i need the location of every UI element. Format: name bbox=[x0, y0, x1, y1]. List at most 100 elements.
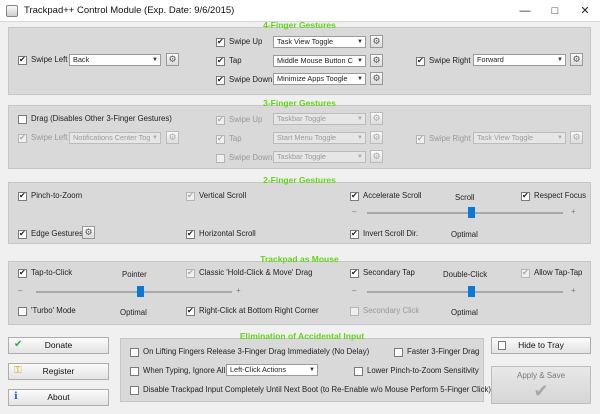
invert-scroll-checkbox[interactable]: Invert Scroll Dir. bbox=[350, 229, 418, 239]
four-tap-checkbox[interactable]: Tap bbox=[216, 56, 242, 66]
ignore-actions-select[interactable]: Left-Click Actions ▼ bbox=[226, 364, 318, 376]
tap-to-click-checkbox[interactable]: Tap-to-Click bbox=[18, 268, 72, 278]
three-swipe-down-select[interactable]: Taskbar Toggle ▼ bbox=[273, 151, 366, 163]
gear-icon[interactable]: ⚙ bbox=[570, 131, 583, 144]
checkbox-icon[interactable] bbox=[216, 56, 225, 66]
checkbox-icon[interactable] bbox=[350, 229, 359, 239]
checkbox-icon[interactable] bbox=[394, 347, 403, 357]
three-drag-checkbox[interactable]: Drag (Disables Other 3-Finger Gestures) bbox=[18, 114, 172, 124]
close-button[interactable]: ✕ bbox=[570, 0, 600, 22]
four-swipe-up-checkbox[interactable]: Swipe Up bbox=[216, 37, 262, 47]
secondary-tap-checkbox[interactable]: Secondary Tap bbox=[350, 268, 415, 278]
checkbox-icon[interactable] bbox=[18, 268, 27, 278]
checkbox-icon[interactable] bbox=[216, 153, 225, 163]
checkbox-icon[interactable] bbox=[18, 191, 27, 201]
checkbox-icon[interactable] bbox=[186, 306, 195, 316]
lift-release-checkbox[interactable]: On Lifting Fingers Release 3-Finger Drag… bbox=[130, 347, 369, 357]
scroll-slider-track[interactable] bbox=[367, 212, 563, 214]
select-value: Start Menu Toggle bbox=[277, 133, 337, 142]
right-click-corner-checkbox[interactable]: Right-Click at Bottom Right Corner bbox=[186, 306, 319, 316]
checkbox-icon[interactable] bbox=[18, 229, 27, 239]
checkbox-icon[interactable] bbox=[350, 268, 359, 278]
checkbox-icon[interactable] bbox=[350, 191, 359, 201]
gear-icon[interactable]: ⚙ bbox=[370, 72, 383, 85]
classic-drag-checkbox[interactable]: Classic 'Hold-Click & Move' Drag bbox=[186, 268, 312, 278]
four-swipe-down-checkbox[interactable]: Swipe Down bbox=[216, 75, 272, 85]
checkbox-icon[interactable] bbox=[354, 366, 363, 376]
gear-icon[interactable]: ⚙ bbox=[370, 131, 383, 144]
gear-icon[interactable]: ⚙ bbox=[570, 53, 583, 66]
scroll-slider-thumb[interactable] bbox=[468, 207, 475, 218]
four-swipe-left-select[interactable]: Back ▼ bbox=[69, 54, 161, 66]
allow-tap-tap-checkbox[interactable]: Allow Tap-Tap bbox=[521, 268, 582, 278]
about-button[interactable]: ℹ About bbox=[8, 389, 109, 406]
pointer-slider-track[interactable] bbox=[36, 291, 232, 293]
three-swipe-up-select[interactable]: Taskbar Toggle ▼ bbox=[273, 113, 366, 125]
three-swipe-left-checkbox[interactable]: Swipe Left bbox=[18, 133, 67, 143]
turbo-mode-checkbox[interactable]: 'Turbo' Mode bbox=[18, 306, 76, 316]
checkbox-icon[interactable] bbox=[216, 134, 225, 144]
three-swipe-up-checkbox[interactable]: Swipe Up bbox=[216, 115, 262, 125]
disable-input-checkbox[interactable]: Disable Trackpad Input Completely Until … bbox=[130, 385, 491, 395]
lower-pinch-checkbox[interactable]: Lower Pinch-to-Zoom Sensitivity bbox=[354, 366, 479, 376]
gear-icon[interactable]: ⚙ bbox=[370, 112, 383, 125]
four-swipe-up-select[interactable]: Task View Toggle ▼ bbox=[273, 36, 366, 48]
three-swipe-down-checkbox[interactable]: Swipe Down bbox=[216, 153, 272, 163]
checkbox-icon[interactable] bbox=[130, 347, 139, 357]
gear-icon[interactable]: ⚙ bbox=[370, 150, 383, 163]
checkbox-icon[interactable] bbox=[186, 268, 195, 278]
gear-icon[interactable]: ⚙ bbox=[370, 35, 383, 48]
four-swipe-right-checkbox[interactable]: Swipe Right bbox=[416, 56, 471, 66]
checkbox-icon[interactable] bbox=[18, 114, 27, 124]
respect-focus-checkbox[interactable]: Respect Focus bbox=[521, 191, 586, 201]
checkbox-icon[interactable] bbox=[216, 37, 225, 47]
pinch-zoom-checkbox[interactable]: Pinch-to-Zoom bbox=[18, 191, 82, 201]
four-tap-select[interactable]: Middle Mouse Button C ▼ bbox=[273, 55, 366, 67]
three-tap-select[interactable]: Start Menu Toggle ▼ bbox=[273, 132, 366, 144]
checkbox-icon[interactable] bbox=[416, 56, 425, 66]
four-swipe-right-select[interactable]: Forward ▼ bbox=[473, 54, 566, 66]
register-button[interactable]: ⚿ Register bbox=[8, 363, 109, 380]
pointer-slider-thumb[interactable] bbox=[137, 286, 144, 297]
title-bar: Trackpad++ Control Module (Exp. Date: 9/… bbox=[0, 0, 600, 22]
checkbox-icon[interactable] bbox=[521, 191, 530, 201]
accelerate-scroll-checkbox[interactable]: Accelerate Scroll bbox=[350, 191, 422, 201]
checkbox-icon[interactable] bbox=[18, 55, 27, 65]
checkbox-icon[interactable] bbox=[18, 133, 27, 143]
three-tap-checkbox[interactable]: Tap bbox=[216, 134, 242, 144]
checkbox-icon[interactable] bbox=[216, 115, 225, 125]
checkbox-icon[interactable] bbox=[18, 306, 27, 316]
checkbox-icon[interactable] bbox=[350, 306, 359, 316]
maximize-button[interactable]: □ bbox=[540, 0, 570, 22]
double-click-slider-thumb[interactable] bbox=[468, 286, 475, 297]
checkbox-icon[interactable] bbox=[186, 191, 195, 201]
three-swipe-right-checkbox[interactable]: Swipe Right bbox=[416, 134, 471, 144]
four-swipe-left-checkbox[interactable]: Swipe Left bbox=[18, 55, 67, 65]
gear-icon[interactable]: ⚙ bbox=[166, 131, 179, 144]
checkbox-icon[interactable] bbox=[130, 366, 139, 376]
checkbox-icon[interactable] bbox=[521, 268, 530, 278]
faster-drag-checkbox[interactable]: Faster 3-Finger Drag bbox=[394, 347, 479, 357]
hide-to-tray-button[interactable]: Hide to Tray bbox=[491, 337, 591, 354]
pointer-minus: – bbox=[18, 286, 23, 295]
donate-button[interactable]: ✔ Donate bbox=[8, 337, 109, 354]
gear-icon[interactable]: ⚙ bbox=[166, 53, 179, 66]
three-swipe-left-select[interactable]: Notifications Center Tog ▼ bbox=[69, 132, 161, 144]
when-typing-checkbox[interactable]: When Typing, Ignore All bbox=[130, 366, 225, 376]
apply-save-button[interactable]: Apply & Save ✔ bbox=[491, 366, 591, 404]
four-swipe-down-select[interactable]: Minimize Apps Toogle ▼ bbox=[273, 73, 366, 85]
label: Horizontal Scroll bbox=[199, 229, 256, 238]
gear-icon[interactable]: ⚙ bbox=[82, 226, 95, 239]
checkbox-icon[interactable] bbox=[416, 134, 425, 144]
three-swipe-right-select[interactable]: Task View Toggle ▼ bbox=[473, 132, 566, 144]
checkbox-icon[interactable] bbox=[186, 229, 195, 239]
checkbox-icon[interactable] bbox=[130, 385, 139, 395]
gear-icon[interactable]: ⚙ bbox=[370, 54, 383, 67]
edge-gestures-checkbox[interactable]: Edge Gestures bbox=[18, 229, 83, 239]
double-click-slider-track[interactable] bbox=[367, 291, 563, 293]
horizontal-scroll-checkbox[interactable]: Horizontal Scroll bbox=[186, 229, 256, 239]
secondary-click-checkbox[interactable]: Secondary Click bbox=[350, 306, 419, 316]
vertical-scroll-checkbox[interactable]: Vertical Scroll bbox=[186, 191, 246, 201]
minimize-button[interactable]: — bbox=[510, 0, 540, 22]
checkbox-icon[interactable] bbox=[216, 75, 225, 85]
